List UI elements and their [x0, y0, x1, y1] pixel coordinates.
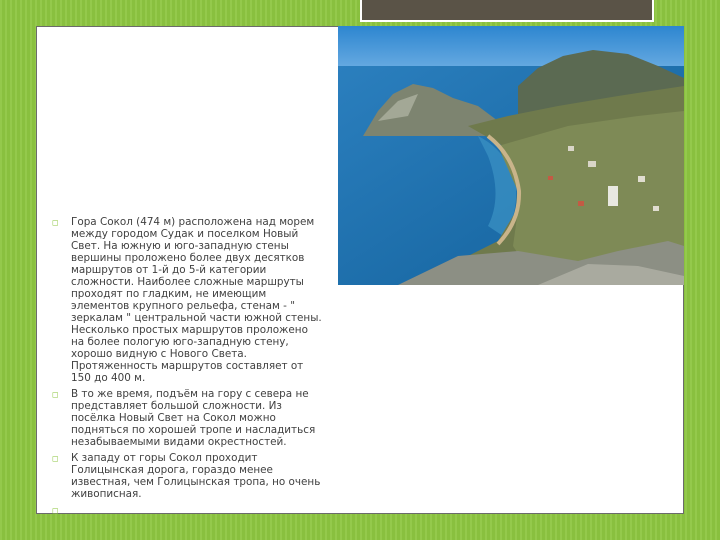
paragraph-text: В то же время, подъём на гору с севера н… — [71, 388, 316, 448]
list-item: ◻ Гора Сокол (474 м) расположена над мор… — [52, 216, 324, 384]
list-item-empty: ◻ — [52, 504, 324, 516]
bullet-icon: ◻ — [52, 506, 59, 515]
list-item: ◻ К западу от горы Сокол проходит Голицы… — [52, 452, 324, 500]
coastal-mountain-photo — [338, 26, 684, 285]
list-item: ◻ В то же время, подъём на гору с севера… — [52, 388, 324, 448]
title-placeholder-tab — [360, 0, 654, 22]
paragraph-text: Гора Сокол (474 м) расположена над морем… — [71, 216, 322, 384]
bullet-list: ◻ Гора Сокол (474 м) расположена над мор… — [52, 216, 324, 516]
paragraph-text: К западу от горы Сокол проходит Голицынс… — [71, 452, 321, 500]
bullet-icon: ◻ — [52, 218, 59, 227]
bullet-icon: ◻ — [52, 454, 59, 463]
bullet-icon: ◻ — [52, 390, 59, 399]
slide-text-body: ◻ Гора Сокол (474 м) расположена над мор… — [52, 216, 324, 520]
